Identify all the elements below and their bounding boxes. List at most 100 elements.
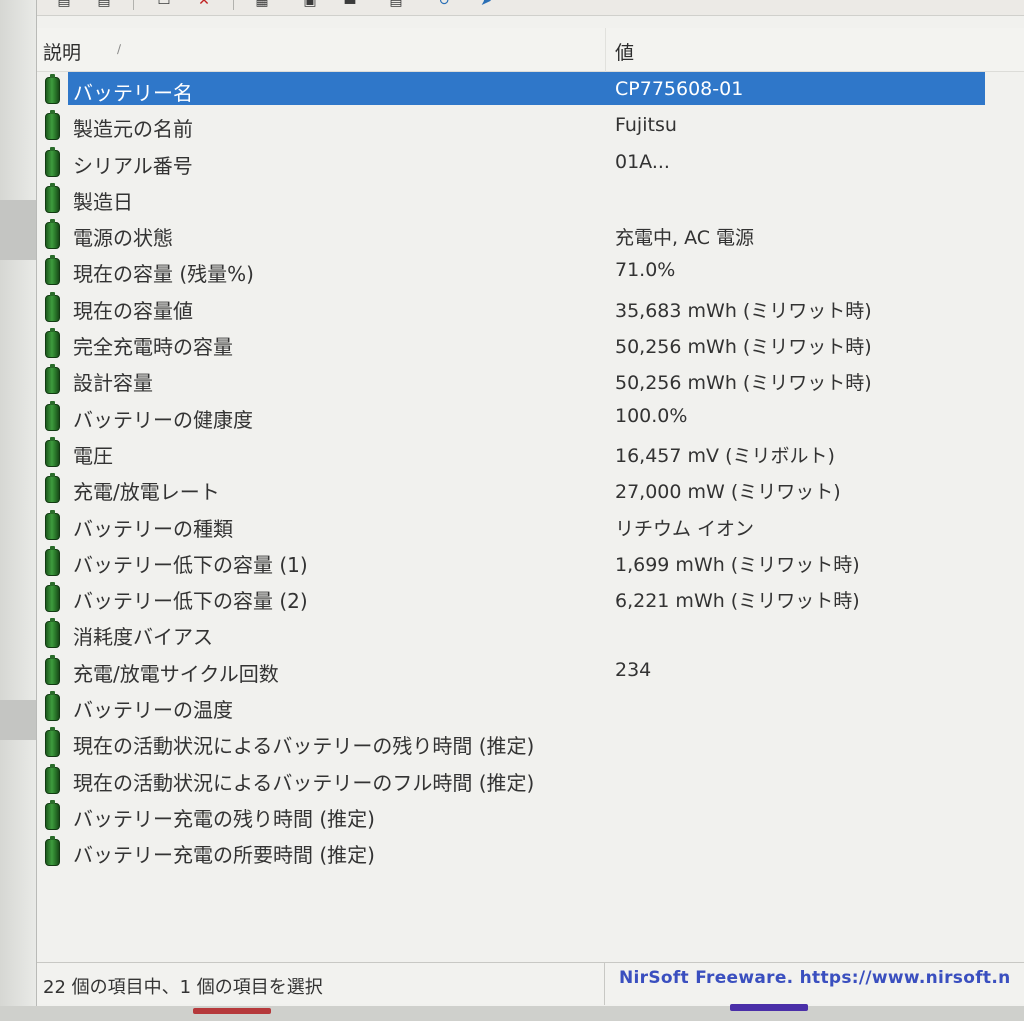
exit-icon[interactable]: ➤ <box>475 0 497 10</box>
item-value: 27,000 mW (ミリワット) <box>615 481 841 504</box>
item-name: 設計容量 <box>73 371 153 396</box>
item-name: 現在の容量値 <box>73 298 193 323</box>
item-value: Fujitsu <box>615 114 677 137</box>
list-item[interactable]: 現在の容量 (残量%) 71.0% <box>37 253 1024 289</box>
nirsoft-link[interactable]: NirSoft Freeware. https://www.nirsoft.n <box>619 968 1010 988</box>
battery-icon <box>45 328 60 359</box>
item-name: バッテリー低下の容量 (2) <box>73 589 308 614</box>
taskbar-indicator-active <box>730 1004 808 1011</box>
battery-icon <box>45 400 60 431</box>
battery-icon <box>45 654 60 685</box>
item-name: バッテリー充電の残り時間 (推定) <box>73 806 375 831</box>
save-icon[interactable]: ▤ <box>53 0 75 10</box>
item-value: CP775608-01 <box>615 78 744 100</box>
list-item[interactable]: 現在の活動状況によるバッテリーの残り時間 (推定) <box>37 725 1024 761</box>
item-name: 消耗度バイアス <box>73 625 213 650</box>
battery-icon <box>45 291 60 322</box>
battery-icon <box>45 473 60 504</box>
status-selection: 22 個の項目中、1 個の項目を選択 <box>37 963 605 1005</box>
list-item[interactable]: バッテリーの健康度 100.0% <box>37 399 1024 435</box>
list-item[interactable]: 電圧 16,457 mV (ミリボルト) <box>37 435 1024 471</box>
battery-icon <box>45 255 60 286</box>
item-value: 01A... <box>615 150 670 173</box>
list-item[interactable]: バッテリー名 CP775608-01 <box>37 72 1024 108</box>
item-name: 完全充電時の容量 <box>73 335 233 360</box>
item-name: 電圧 <box>73 443 113 468</box>
battery-icon <box>45 182 60 213</box>
column-divider[interactable] <box>605 28 606 72</box>
list-item[interactable]: バッテリーの種類 リチウム イオン <box>37 508 1024 544</box>
battery-icon <box>45 364 60 395</box>
list-item[interactable]: 製造日 <box>37 181 1024 217</box>
export-icon[interactable]: ▣ <box>299 0 321 10</box>
list-item[interactable]: 現在の活動状況によるバッテリーのフル時間 (推定) <box>37 762 1024 798</box>
properties-icon[interactable]: ▬ <box>339 0 361 10</box>
item-name: 製造元の名前 <box>73 117 193 142</box>
item-value: 16,457 mV (ミリボルト) <box>615 444 835 467</box>
item-name: 現在の活動状況によるバッテリーのフル時間 (推定) <box>73 770 535 795</box>
item-name: バッテリーの健康度 <box>73 407 253 432</box>
battery-icon <box>45 509 60 540</box>
list-item[interactable]: 充電/放電レート 27,000 mW (ミリワット) <box>37 471 1024 507</box>
battery-icon <box>45 219 60 250</box>
item-name: バッテリー名 <box>73 81 193 105</box>
report-icon[interactable]: ▤ <box>385 0 407 10</box>
battery-icon <box>45 545 60 576</box>
list-item[interactable]: バッテリー低下の容量 (1) 1,699 mWh (ミリワット時) <box>37 544 1024 580</box>
list-item[interactable]: 電源の状態 充電中, AC 電源 <box>37 217 1024 253</box>
battery-icon <box>45 146 60 177</box>
item-name: 現在の活動状況によるバッテリーの残り時間 (推定) <box>73 734 535 759</box>
refresh-icon[interactable]: ↻ <box>433 0 455 10</box>
item-value: 35,683 mWh (ミリワット時) <box>615 299 872 322</box>
toolbar: ▤ ▤ ▭ ✕ ▦ ▣ ▬ ▤ ↻ ➤ <box>37 0 1024 16</box>
battery-icon <box>45 691 60 722</box>
item-value: 50,256 mWh (ミリワット時) <box>615 372 872 395</box>
item-name: 電源の状態 <box>73 226 173 251</box>
item-value: 1,699 mWh (ミリワット時) <box>615 553 860 576</box>
status-bar: 22 個の項目中、1 個の項目を選択 NirSoft Freeware. htt… <box>37 962 1024 1005</box>
list-item[interactable]: バッテリーの温度 <box>37 689 1024 725</box>
list-item[interactable]: バッテリー充電の所要時間 (推定) <box>37 834 1024 870</box>
taskbar-indicator <box>193 1008 271 1014</box>
item-name: バッテリー充電の所要時間 (推定) <box>73 843 375 868</box>
copy-icon[interactable]: ▤ <box>93 0 115 10</box>
list-item[interactable]: シリアル番号 01A... <box>37 145 1024 181</box>
list-item[interactable]: 設計容量 50,256 mWh (ミリワット時) <box>37 362 1024 398</box>
list-item[interactable]: バッテリー低下の容量 (2) 6,221 mWh (ミリワット時) <box>37 580 1024 616</box>
list-item[interactable]: 製造元の名前 Fujitsu <box>37 108 1024 144</box>
battery-icon <box>45 836 60 867</box>
column-value[interactable]: 値 <box>615 38 634 65</box>
item-name: 製造日 <box>73 189 133 214</box>
item-value: 100.0% <box>615 404 688 427</box>
item-value: 234 <box>615 658 652 681</box>
column-description[interactable]: 説明 <box>43 38 81 65</box>
item-value: 50,256 mWh (ミリワット時) <box>615 336 872 359</box>
item-name: 充電/放電サイクル回数 <box>73 661 279 686</box>
list-item[interactable]: バッテリー充電の残り時間 (推定) <box>37 798 1024 834</box>
item-value: 充電中, AC 電源 <box>615 227 755 250</box>
item-name: 現在の容量 (残量%) <box>73 262 254 287</box>
item-name: 充電/放電レート <box>73 480 220 505</box>
app-window: ▤ ▤ ▭ ✕ ▦ ▣ ▬ ▤ ↻ ➤ 説明 ∕ 値 バッテリー名 CP77560… <box>36 0 1024 1006</box>
taskbar-edge <box>0 1006 1024 1021</box>
background-edge <box>0 0 36 1021</box>
list-item[interactable]: 消耗度バイアス <box>37 616 1024 652</box>
list-item[interactable]: 現在の容量値 35,683 mWh (ミリワット時) <box>37 290 1024 326</box>
item-value: リチウム イオン <box>615 517 755 540</box>
item-name: バッテリーの温度 <box>73 698 233 723</box>
list-item[interactable]: 充電/放電サイクル回数 234 <box>37 653 1024 689</box>
delete-icon[interactable]: ✕ <box>193 0 215 10</box>
sort-arrow-icon: ∕ <box>117 42 122 56</box>
selection-highlight <box>68 72 985 105</box>
column-header: 説明 ∕ 値 <box>37 28 1024 72</box>
item-name: シリアル番号 <box>73 153 193 178</box>
list-item[interactable]: 完全充電時の容量 50,256 mWh (ミリワット時) <box>37 326 1024 362</box>
battery-icon <box>45 618 60 649</box>
battery-icon <box>45 74 60 104</box>
grid-icon[interactable]: ▦ <box>251 0 273 10</box>
item-name: バッテリーの種類 <box>73 516 233 541</box>
battery-icon <box>45 582 60 613</box>
property-list: バッテリー名 CP775608-01 製造元の名前 Fujitsu シリアル番号 01A.… <box>37 72 1024 871</box>
item-value: 71.0% <box>615 259 676 282</box>
window-icon[interactable]: ▭ <box>153 0 175 10</box>
